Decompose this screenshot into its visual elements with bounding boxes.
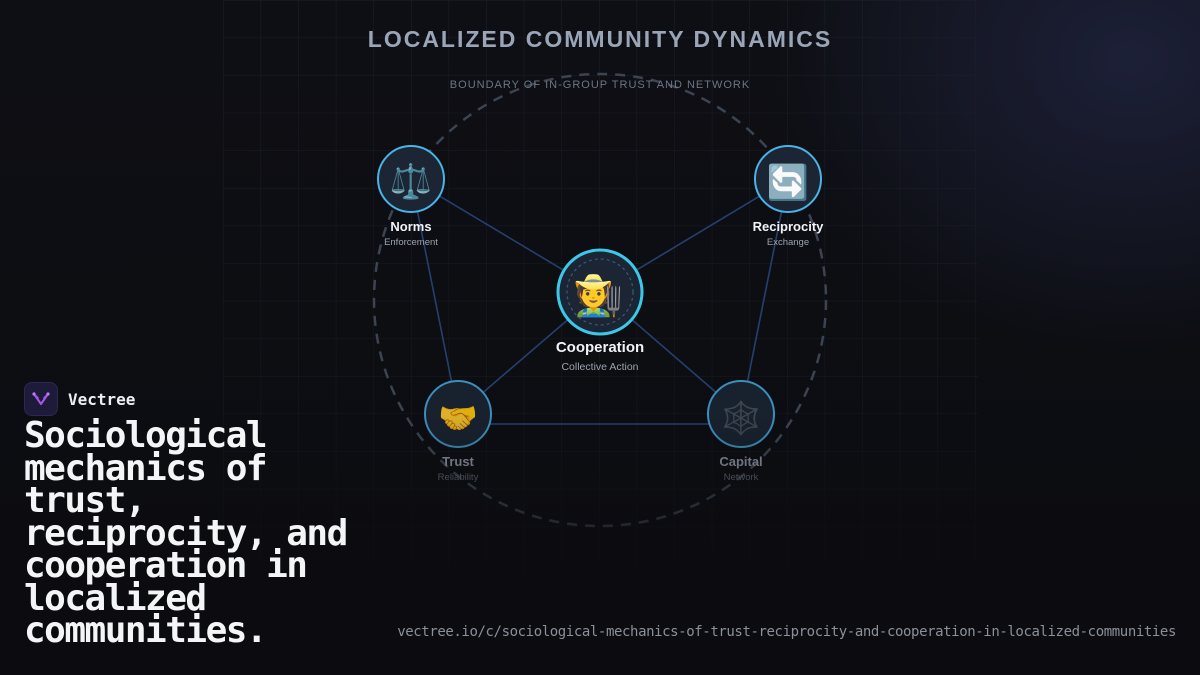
cycle-icon: 🔄 [766,163,810,203]
page-url-link[interactable]: vectree.io/c/sociological-mechanics-of-t… [397,624,1176,640]
brand-name: Vectree [68,389,136,409]
brand[interactable]: Vectree [24,382,135,416]
farmer-icon: 🧑‍🌾 [573,273,623,319]
node-label-trust: Trust Reliability [438,454,479,483]
node-label-norms: Norms Enforcement [384,219,438,248]
node-name: Norms [390,219,432,234]
center-node-label: Cooperation Collective Action [556,339,644,373]
handshake-icon: 🤝 [438,399,478,437]
node-label-capital: Capital Network [719,454,762,483]
boundary-label: BOUNDARY OF IN-GROUP TRUST AND NETWORK [449,79,751,91]
vectree-logo-icon [24,382,58,416]
node-name: Capital [719,454,763,469]
node-name: Trust [442,454,474,469]
node-subtitle: Reliability [437,472,479,483]
node-subtitle: Network [723,472,759,483]
scales-icon: ⚖️ [389,162,433,202]
node-name: Reciprocity [752,219,824,234]
node-subtitle: Exchange [766,237,810,248]
node-label-reciprocity: Reciprocity Exchange [753,219,824,248]
web-icon: 🕸️ [721,399,761,437]
diagram-title: LOCALIZED COMMUNITY DYNAMICS [367,26,833,52]
node-subtitle: Enforcement [384,237,438,248]
center-node-name: Cooperation [555,339,645,356]
page-headline: Sociological mechanics of trust, recipro… [24,415,348,651]
center-node-subtitle: Collective Action [561,361,639,373]
